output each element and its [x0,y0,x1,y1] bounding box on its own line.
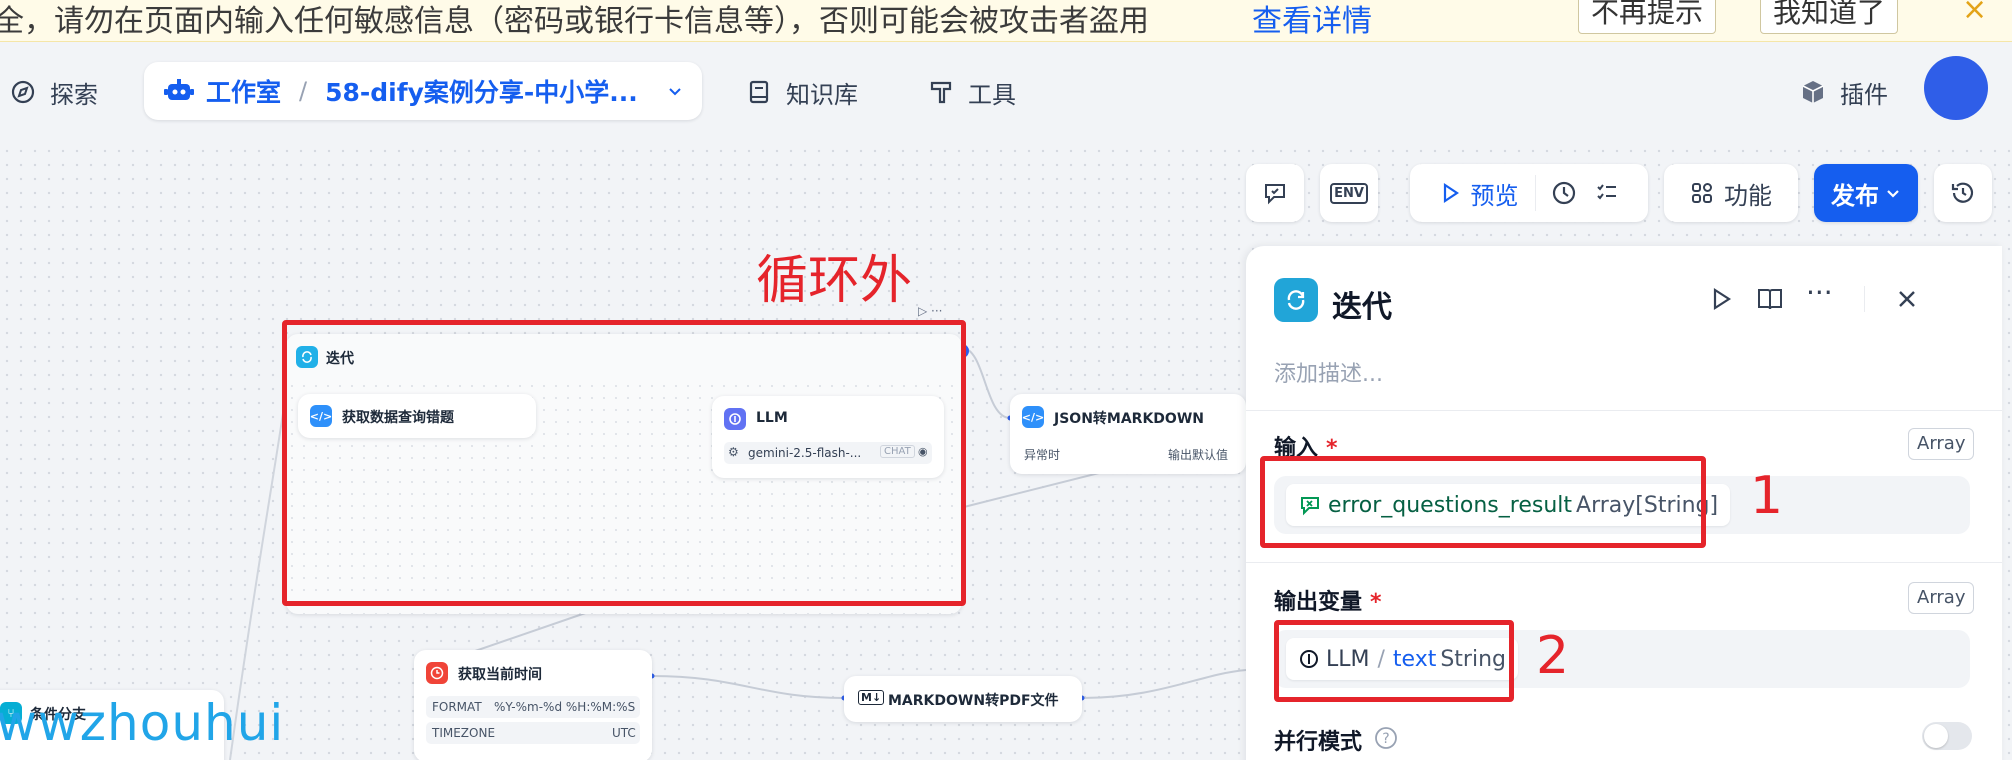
studio-breadcrumb[interactable]: 工作室 / 58-dify案例分享-中小学... [144,62,702,120]
features-button[interactable]: 功能 [1664,164,1798,222]
annotation-box-output [1274,620,1514,702]
got-it-button[interactable]: 我知道了 [1760,0,1899,34]
input-type-badge: Array [1908,428,1975,460]
compass-icon [11,80,35,104]
run-node-icon[interactable] [1708,286,1734,312]
pdf-node-title: MARKDOWN转PDF文件 [888,693,1059,709]
timezone-key: TIMEZONE [432,726,496,740]
help-book-icon[interactable] [1756,286,1784,312]
nav-plugins[interactable]: 插件 [1800,70,1888,114]
divider [1246,410,2002,411]
annotation-box-input [1260,456,1706,548]
banner-details-link[interactable]: 查看详情 [1252,0,1372,40]
json-node-key: 异常时 [1024,448,1061,462]
node-actions-icon[interactable]: ▷ ··· [918,304,943,318]
json-to-markdown-node[interactable]: </> JSON转MARKDOWN 异常时 输出默认值 [1010,394,1246,474]
preview-label: 预览 [1470,181,1519,210]
env-button[interactable]: ENV [1320,164,1378,222]
checklist-icon [1265,184,1285,205]
cube-icon [1802,81,1824,103]
chevron-down-icon[interactable] [666,82,684,100]
preview-button[interactable]: 预览 [1439,175,1536,211]
markdown-to-pdf-node[interactable]: M↓ MARKDOWN转PDF文件 [844,676,1082,722]
banner-close-icon[interactable]: × [1962,0,1987,27]
nav-knowledge[interactable]: 知识库 [746,70,858,114]
top-nav: 探索 工作室 / 58-dify案例分享-中小学... 知识库 工具 插件 [0,42,2012,144]
dont-remind-button[interactable]: 不再提示 [1578,0,1717,34]
play-icon [1443,182,1459,204]
close-icon[interactable] [1896,288,1918,310]
format-value: %Y-%m-%d %H:%M:%S [494,700,636,714]
clock-icon [426,662,448,684]
hammer-icon [930,81,952,104]
iteration-icon [1274,278,1318,322]
publish-button[interactable]: 发布 [1814,164,1918,222]
studio-label[interactable]: 工作室 [206,73,281,109]
annotation-outside-loop: 循环外 [756,251,913,311]
nav-tools[interactable]: 工具 [928,70,1016,114]
env-icon: ENV [1330,182,1368,204]
divider [1864,286,1865,312]
json-node-title: JSON转MARKDOWN [1054,411,1204,427]
watermark-text: wwzhouhui [0,694,285,752]
checklist-button[interactable] [1246,164,1304,222]
output-label-text: 输出变量 [1274,590,1363,615]
breadcrumb-separator: / [299,77,308,105]
panel-title: 迭代 [1332,290,1392,325]
timezone-value: UTC [612,726,636,740]
more-icon[interactable]: ··· [1806,276,1833,309]
checklist-runs-icon[interactable] [1594,180,1620,206]
code-icon: </> [1022,406,1044,428]
svg-text:?: ? [1382,731,1389,747]
toggle-knob [1924,724,1948,748]
avatar[interactable] [1924,56,1988,120]
annotation-number-two: 2 [1536,626,1570,686]
version-history-button[interactable] [1934,164,1992,222]
current-time-node[interactable]: 获取当前时间 FORMAT %Y-%m-%d %H:%M:%S TIMEZONE… [414,650,652,760]
parallel-mode-label: 并行模式 [1274,730,1363,755]
chevron-down-icon [1887,190,1899,198]
markdown-icon: M↓ [858,690,885,705]
nav-plugins-label: 插件 [1840,80,1888,109]
required-mark: * [1370,590,1382,615]
history-icon [1951,182,1974,203]
output-label: 输出变量 * [1274,584,1382,616]
annotation-number-one: 1 [1750,466,1784,526]
nav-explore-label: 探索 [50,80,98,109]
preview-group: 预览 [1410,164,1648,222]
parallel-mode-toggle[interactable] [1922,722,1972,750]
book-icon [749,80,769,104]
nav-knowledge-label: 知识库 [786,80,858,109]
time-node-title: 获取当前时间 [458,667,542,683]
help-icon[interactable]: ? [1374,726,1398,750]
description-input[interactable]: 添加描述... [1274,356,1383,388]
format-key: FORMAT [432,700,482,714]
features-label: 功能 [1724,181,1772,210]
annotation-box-iteration [282,320,966,606]
json-node-value: 输出默认值 [1168,448,1229,462]
nav-explore[interactable]: 探索 [10,70,98,114]
features-icon [1692,183,1712,203]
format-row: FORMAT %Y-%m-%d %H:%M:%S [426,696,640,718]
banner-text: 全，请勿在页面内输入任何敏感信息（密码或银行卡信息等），否则可能会被攻击者盗用 [0,4,1149,39]
publish-label: 发布 [1831,181,1879,210]
timezone-row: TIMEZONE UTC [426,722,640,744]
output-type-badge: Array [1908,582,1975,614]
robot-icon [164,79,194,100]
run-history-icon[interactable] [1550,179,1578,207]
nav-tools-label: 工具 [968,80,1016,109]
security-banner: 全，请勿在页面内输入任何敏感信息（密码或银行卡信息等），否则可能会被攻击者盗用 … [0,0,2012,42]
divider [1246,562,2002,563]
app-name[interactable]: 58-dify案例分享-中小学... [325,73,638,109]
